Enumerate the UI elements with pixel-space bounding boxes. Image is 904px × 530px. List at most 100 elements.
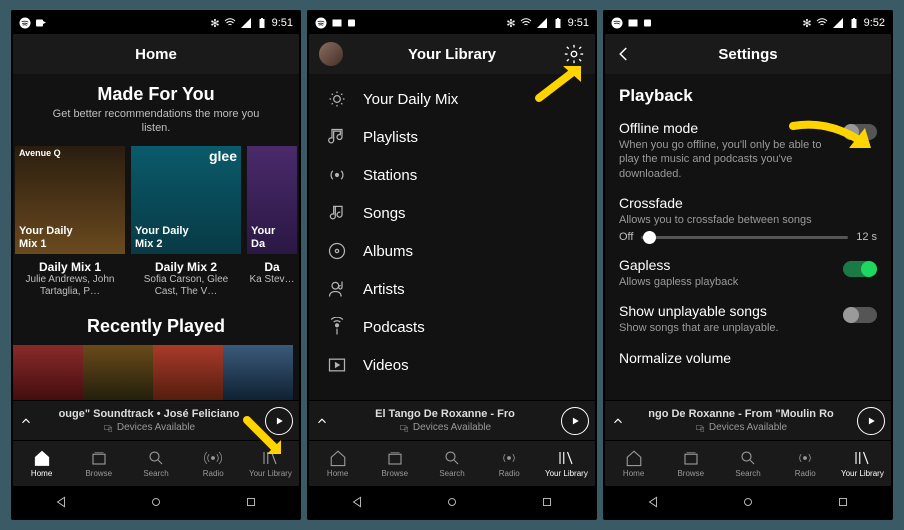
clock-text: 9:51 bbox=[272, 17, 293, 29]
daily-mix-carousel[interactable]: Avenue Q Your Daily Mix 1 Daily Mix 1 Ju… bbox=[13, 146, 299, 298]
nav-search[interactable]: Search bbox=[423, 441, 480, 486]
nav-radio[interactable]: Radio bbox=[481, 441, 538, 486]
lib-playlists[interactable]: Playlists bbox=[309, 118, 595, 156]
android-home[interactable] bbox=[149, 495, 163, 509]
nav-home[interactable]: Home bbox=[13, 441, 70, 486]
android-home[interactable] bbox=[445, 495, 459, 509]
now-playing-bar[interactable]: El Tango De Roxanne - Fro Devices Availa… bbox=[309, 400, 595, 440]
nav-radio[interactable]: Radio bbox=[777, 441, 834, 486]
phone-library: ✻ 9:51 Your Library Your Daily Mix Playl… bbox=[307, 10, 597, 520]
lib-songs[interactable]: Songs bbox=[309, 194, 595, 232]
now-playing-track: ouge" Soundtrack • José Feliciano bbox=[33, 407, 265, 421]
play-icon bbox=[570, 416, 580, 426]
offline-mode-toggle[interactable] bbox=[843, 124, 877, 140]
lib-artists[interactable]: Artists bbox=[309, 270, 595, 308]
setting-gapless: Gapless Allows gapless playback bbox=[619, 257, 877, 289]
status-bar: ✻ 9:52 bbox=[605, 12, 891, 34]
bluetooth-icon: ✻ bbox=[802, 17, 811, 30]
recently-played-title: Recently Played bbox=[13, 306, 299, 339]
bottom-nav: Home Browse Search Radio Your Library bbox=[309, 440, 595, 486]
bluetooth-icon: ✻ bbox=[506, 17, 515, 30]
nav-home[interactable]: Home bbox=[605, 441, 662, 486]
nav-browse[interactable]: Browse bbox=[662, 441, 719, 486]
play-button[interactable] bbox=[857, 407, 885, 435]
lib-albums[interactable]: Albums bbox=[309, 232, 595, 270]
clock-text: 9:52 bbox=[864, 17, 885, 29]
devices-icon bbox=[103, 423, 113, 433]
recently-played-row[interactable] bbox=[13, 339, 299, 400]
lib-podcasts[interactable]: Podcasts bbox=[309, 308, 595, 346]
setting-offline-mode: Offline mode When you go offline, you'll… bbox=[619, 120, 877, 181]
settings-button[interactable] bbox=[563, 43, 585, 65]
android-back[interactable] bbox=[350, 495, 364, 509]
spotify-status-icon bbox=[19, 17, 31, 29]
chevron-up-icon bbox=[611, 414, 625, 428]
outlook-status-icon bbox=[35, 17, 47, 29]
android-home[interactable] bbox=[741, 495, 755, 509]
bottom-nav: Home Browse Search Radio Your Library bbox=[605, 440, 891, 486]
daily-mix-card[interactable]: glee Your Daily Mix 2 Daily Mix 2 Sofia … bbox=[131, 146, 241, 298]
nav-browse[interactable]: Browse bbox=[70, 441, 127, 486]
nav-home[interactable]: Home bbox=[309, 441, 366, 486]
phone-settings: ✻ 9:52 Settings Playback Offline mode Wh… bbox=[603, 10, 893, 520]
lib-daily-mix[interactable]: Your Daily Mix bbox=[309, 80, 595, 118]
page-title: Home bbox=[135, 46, 177, 63]
signal-icon bbox=[536, 17, 548, 29]
battery-icon bbox=[256, 17, 268, 29]
android-nav-bar bbox=[13, 486, 299, 518]
bottom-nav: Home Browse Search Radio Your Library bbox=[13, 440, 299, 486]
outlook-status-icon bbox=[643, 17, 655, 29]
now-playing-bar[interactable]: ngo De Roxanne - From "Moulin Ro Devices… bbox=[605, 400, 891, 440]
library-content: Your Daily Mix Playlists Stations Songs … bbox=[309, 74, 595, 400]
devices-icon bbox=[695, 423, 705, 433]
made-for-you-subtitle: Get better recommendations the more you … bbox=[13, 107, 299, 146]
gapless-toggle[interactable] bbox=[843, 261, 877, 277]
lib-stations[interactable]: Stations bbox=[309, 156, 595, 194]
android-back[interactable] bbox=[646, 495, 660, 509]
signal-icon bbox=[832, 17, 844, 29]
home-header: Home bbox=[13, 34, 299, 74]
nav-radio[interactable]: Radio bbox=[185, 441, 242, 486]
wifi-icon bbox=[224, 17, 236, 29]
android-recents[interactable] bbox=[836, 495, 850, 509]
play-button[interactable] bbox=[561, 407, 589, 435]
android-back[interactable] bbox=[54, 495, 68, 509]
lib-videos[interactable]: Videos bbox=[309, 346, 595, 384]
now-playing-bar[interactable]: ouge" Soundtrack • José Feliciano Device… bbox=[13, 400, 299, 440]
devices-label: Devices Available bbox=[117, 421, 195, 434]
daily-mix-card[interactable]: Your Da Da Ka Stev… bbox=[247, 146, 297, 298]
signal-icon bbox=[240, 17, 252, 29]
spotify-status-icon bbox=[315, 17, 327, 29]
settings-header: Settings bbox=[605, 34, 891, 74]
unplayable-toggle[interactable] bbox=[843, 307, 877, 323]
play-button[interactable] bbox=[265, 407, 293, 435]
play-icon bbox=[866, 416, 876, 426]
nav-browse[interactable]: Browse bbox=[366, 441, 423, 486]
chevron-up-icon bbox=[315, 414, 329, 428]
made-for-you-title: Made For You bbox=[13, 74, 299, 107]
nav-library[interactable]: Your Library bbox=[834, 441, 891, 486]
image-status-icon bbox=[627, 17, 639, 29]
nav-search[interactable]: Search bbox=[719, 441, 776, 486]
setting-normalize: Normalize volume bbox=[619, 350, 877, 366]
android-recents[interactable] bbox=[540, 495, 554, 509]
nav-library[interactable]: Your Library bbox=[538, 441, 595, 486]
setting-unplayable: Show unplayable songs Show songs that ar… bbox=[619, 303, 877, 335]
nav-library[interactable]: Your Library bbox=[242, 441, 299, 486]
chevron-left-icon bbox=[615, 45, 633, 63]
nav-search[interactable]: Search bbox=[127, 441, 184, 486]
avatar[interactable] bbox=[319, 42, 343, 66]
android-nav-bar bbox=[605, 486, 891, 518]
crossfade-slider[interactable] bbox=[641, 236, 848, 239]
back-button[interactable] bbox=[615, 45, 633, 63]
page-title: Settings bbox=[718, 46, 777, 63]
page-title: Your Library bbox=[408, 46, 496, 63]
bluetooth-icon: ✻ bbox=[210, 17, 219, 30]
outlook-status-icon bbox=[347, 17, 359, 29]
daily-mix-card[interactable]: Avenue Q Your Daily Mix 1 Daily Mix 1 Ju… bbox=[15, 146, 125, 298]
clock-text: 9:51 bbox=[568, 17, 589, 29]
recently-played-title: Recently Played bbox=[309, 390, 595, 400]
status-bar: ✻ 9:51 bbox=[309, 12, 595, 34]
slider-min-label: Off bbox=[619, 231, 633, 243]
android-recents[interactable] bbox=[244, 495, 258, 509]
